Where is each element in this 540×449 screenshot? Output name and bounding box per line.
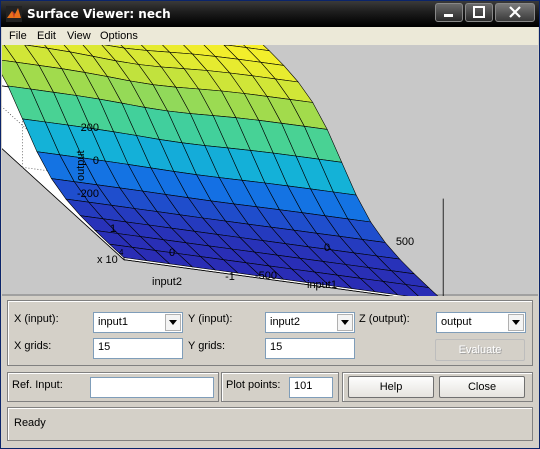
surface-viewer-window: Surface Viewer: nech File Edit View Opti… xyxy=(0,0,540,449)
chevron-down-icon xyxy=(512,320,520,325)
menu-view[interactable]: View xyxy=(67,30,91,42)
y-input-value: input2 xyxy=(270,316,300,328)
evaluate-button[interactable]: Evaluate xyxy=(435,339,525,361)
x-tick-neg500: -500 xyxy=(255,270,277,282)
close-button[interactable]: Close xyxy=(439,376,525,398)
y-tick-1: 1 xyxy=(110,223,116,235)
status-text: Ready xyxy=(14,417,46,429)
ref-input-field[interactable] xyxy=(90,377,214,398)
plot-points-panel: Plot points: 101 xyxy=(221,372,339,402)
plot-points-input[interactable]: 101 xyxy=(289,377,333,398)
menu-edit[interactable]: Edit xyxy=(37,30,56,42)
window-title: Surface Viewer: nech xyxy=(27,7,171,21)
minimize-icon xyxy=(444,14,453,17)
z-output-value: output xyxy=(441,316,472,328)
plot-area[interactable]: output 200 0 -200 1 0 -1 x 10 4 input2 -… xyxy=(0,0,538,304)
y-input-dropdown-button[interactable] xyxy=(337,314,353,331)
y-tick-0: 0 xyxy=(169,247,175,259)
maximize-button[interactable] xyxy=(465,3,493,22)
x-input-label: X (input): xyxy=(14,313,59,325)
y-input-label: Y (input): xyxy=(188,313,233,325)
chevron-down-icon xyxy=(169,320,177,325)
close-window-button[interactable] xyxy=(495,3,535,22)
z-tick-neg200: -200 xyxy=(77,188,99,200)
x-grids-input[interactable]: 15 xyxy=(93,338,183,359)
y-tick-neg1: -1 xyxy=(225,271,235,283)
menu-bar: File Edit View Options xyxy=(2,27,538,45)
minimize-button[interactable] xyxy=(435,3,463,22)
menu-options[interactable]: Options xyxy=(100,30,138,42)
surface-plot[interactable]: output 200 0 -200 1 0 -1 x 10 4 input2 -… xyxy=(0,0,538,304)
y-input-select[interactable]: input2 xyxy=(265,312,355,333)
matlab-icon xyxy=(6,6,22,22)
x-input-value: input1 xyxy=(98,316,128,328)
z-axis-label: output xyxy=(75,150,87,181)
z-tick-0: 0 xyxy=(93,155,99,167)
maximize-icon xyxy=(473,6,485,18)
chevron-down-icon xyxy=(341,320,349,325)
surface-mesh xyxy=(0,0,445,302)
help-button[interactable]: Help xyxy=(348,376,434,398)
z-tick-200: 200 xyxy=(81,122,99,134)
z-output-select[interactable]: output xyxy=(436,312,526,333)
plot-points-label: Plot points: xyxy=(226,379,281,391)
x-tick-500: 500 xyxy=(396,236,414,248)
close-icon xyxy=(509,6,521,18)
title-bar[interactable]: Surface Viewer: nech xyxy=(1,1,539,27)
ref-input-label: Ref. Input: xyxy=(12,379,63,391)
exponent-label: x 10 xyxy=(97,254,118,266)
x-axis-label: input1 xyxy=(307,279,337,291)
exponent-sup: 4 xyxy=(119,248,124,257)
y-axis-label: input2 xyxy=(152,276,182,288)
z-output-dropdown-button[interactable] xyxy=(508,314,524,331)
x-grids-label: X grids: xyxy=(14,340,52,352)
y-grids-label: Y grids: xyxy=(188,340,226,352)
x-tick-0: 0 xyxy=(324,242,330,254)
y-grids-input[interactable]: 15 xyxy=(265,338,355,359)
axis-settings-panel: X (input): input1 Y (input): input2 Z (o… xyxy=(7,300,533,366)
x-input-dropdown-button[interactable] xyxy=(165,314,181,331)
menu-file[interactable]: File xyxy=(9,30,27,42)
z-output-label: Z (output): xyxy=(359,313,410,325)
x-input-select[interactable]: input1 xyxy=(93,312,183,333)
ref-input-panel: Ref. Input: xyxy=(7,372,219,402)
action-buttons-panel: Help Close xyxy=(342,372,533,402)
status-bar: Ready xyxy=(7,407,533,441)
